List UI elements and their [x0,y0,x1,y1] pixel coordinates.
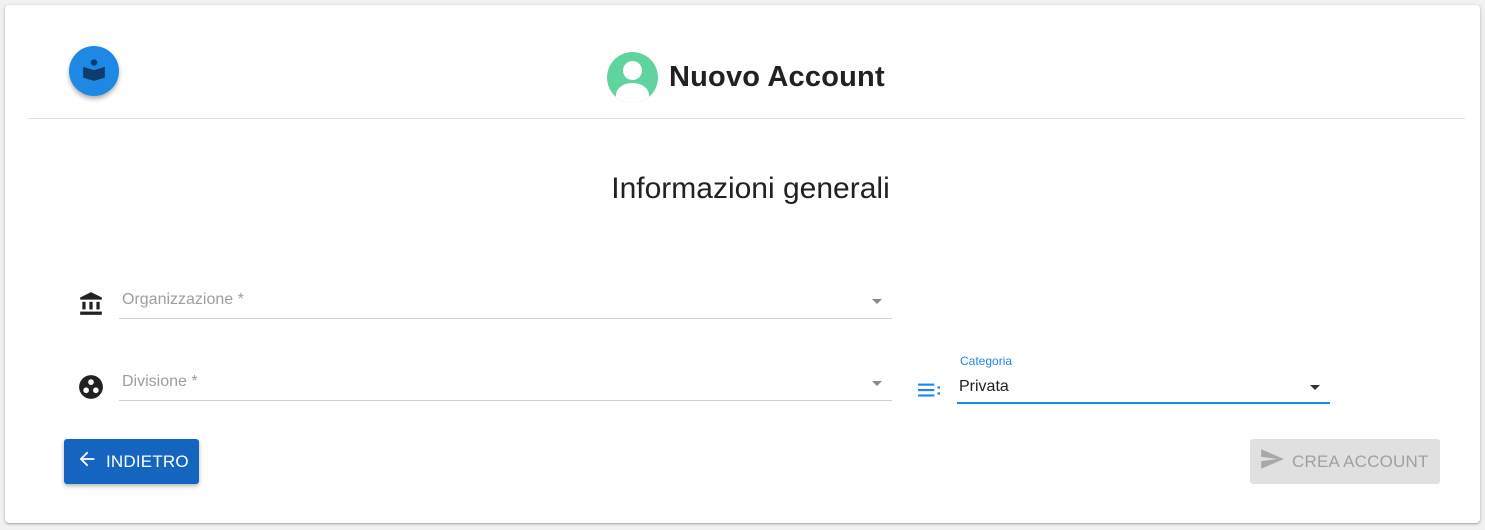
divisione-placeholder: Divisione * [122,373,198,390]
back-button-label: INDIETRO [106,451,189,471]
organizzazione-select[interactable]: Organizzazione * [119,282,892,319]
book-reader-icon [81,56,107,87]
chevron-down-icon[interactable] [872,299,882,304]
send-icon [1250,446,1292,477]
chevron-down-icon[interactable] [872,381,882,386]
categoria-select[interactable]: Categoria Privata [957,354,1330,404]
create-account-label: CREA ACCOUNT [1292,451,1429,471]
bank-icon [77,290,105,318]
categoria-value: Privata [959,378,1009,395]
header-divider [28,118,1465,119]
app-logo-button[interactable] [69,46,119,96]
divisione-select[interactable]: Divisione * [119,364,892,401]
categoria-label: Categoria [960,354,1013,368]
chevron-down-icon[interactable] [1310,385,1320,390]
group-work-icon [77,373,105,401]
section-title: Informazioni generali [611,172,890,205]
account-circle-icon [607,51,658,103]
back-button[interactable]: INDIETRO [64,439,199,484]
arrow-back-icon [64,448,106,475]
organizzazione-placeholder: Organizzazione * [122,291,244,308]
header-title-row: Nuovo Account [607,51,885,103]
page-title: Nuovo Account [669,60,885,93]
list-icon [916,375,944,403]
create-account-button[interactable]: CREA ACCOUNT [1250,439,1440,484]
